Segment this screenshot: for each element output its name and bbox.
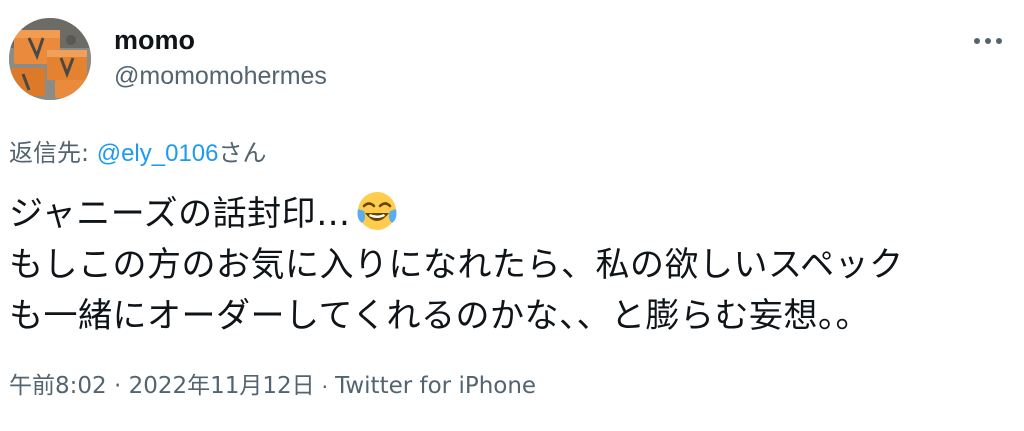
avatar[interactable] — [9, 18, 91, 100]
tweet-source-link[interactable]: Twitter for iPhone — [335, 373, 536, 399]
more-options-button[interactable] — [968, 26, 1008, 56]
tweet-text-line-1: ジャニーズの話封印… — [9, 194, 351, 234]
tweet-text: ジャニーズの話封印… もしこの方のお気に入りになれたら、私の欲しいスペック も一… — [9, 189, 1009, 342]
meta-separator: · — [314, 372, 336, 398]
more-dots-icon — [974, 38, 1002, 44]
tweet: momo @momomohermes 返信先: @ely_0106さん ジャニー… — [0, 0, 1024, 431]
display-name[interactable]: momo — [114, 24, 195, 56]
avatar-image — [9, 18, 91, 100]
tweet-metadata: 午前8:02 · 2022年11月12日 · Twitter for iPhon… — [9, 370, 536, 401]
tweet-text-line: ジャニーズの話封印… — [9, 189, 1009, 240]
reply-mention-link[interactable]: @ely_0106 — [97, 140, 219, 167]
reply-context: 返信先: @ely_0106さん — [9, 138, 267, 169]
reply-prefix: 返信先: — [9, 139, 97, 167]
tweet-text-line: も一緒にオーダーしてくれるのかな、、と膨らむ妄想。。 — [9, 296, 870, 336]
face-with-tears-of-joy-emoji — [357, 192, 397, 230]
user-handle[interactable]: @momomohermes — [114, 60, 327, 92]
tweet-timestamp-link[interactable]: 午前8:02 · 2022年11月12日 — [9, 373, 315, 399]
tweet-text-line: もしこの方のお気に入りになれたら、私の欲しいスペック — [9, 245, 904, 285]
reply-suffix: さん — [218, 139, 267, 167]
